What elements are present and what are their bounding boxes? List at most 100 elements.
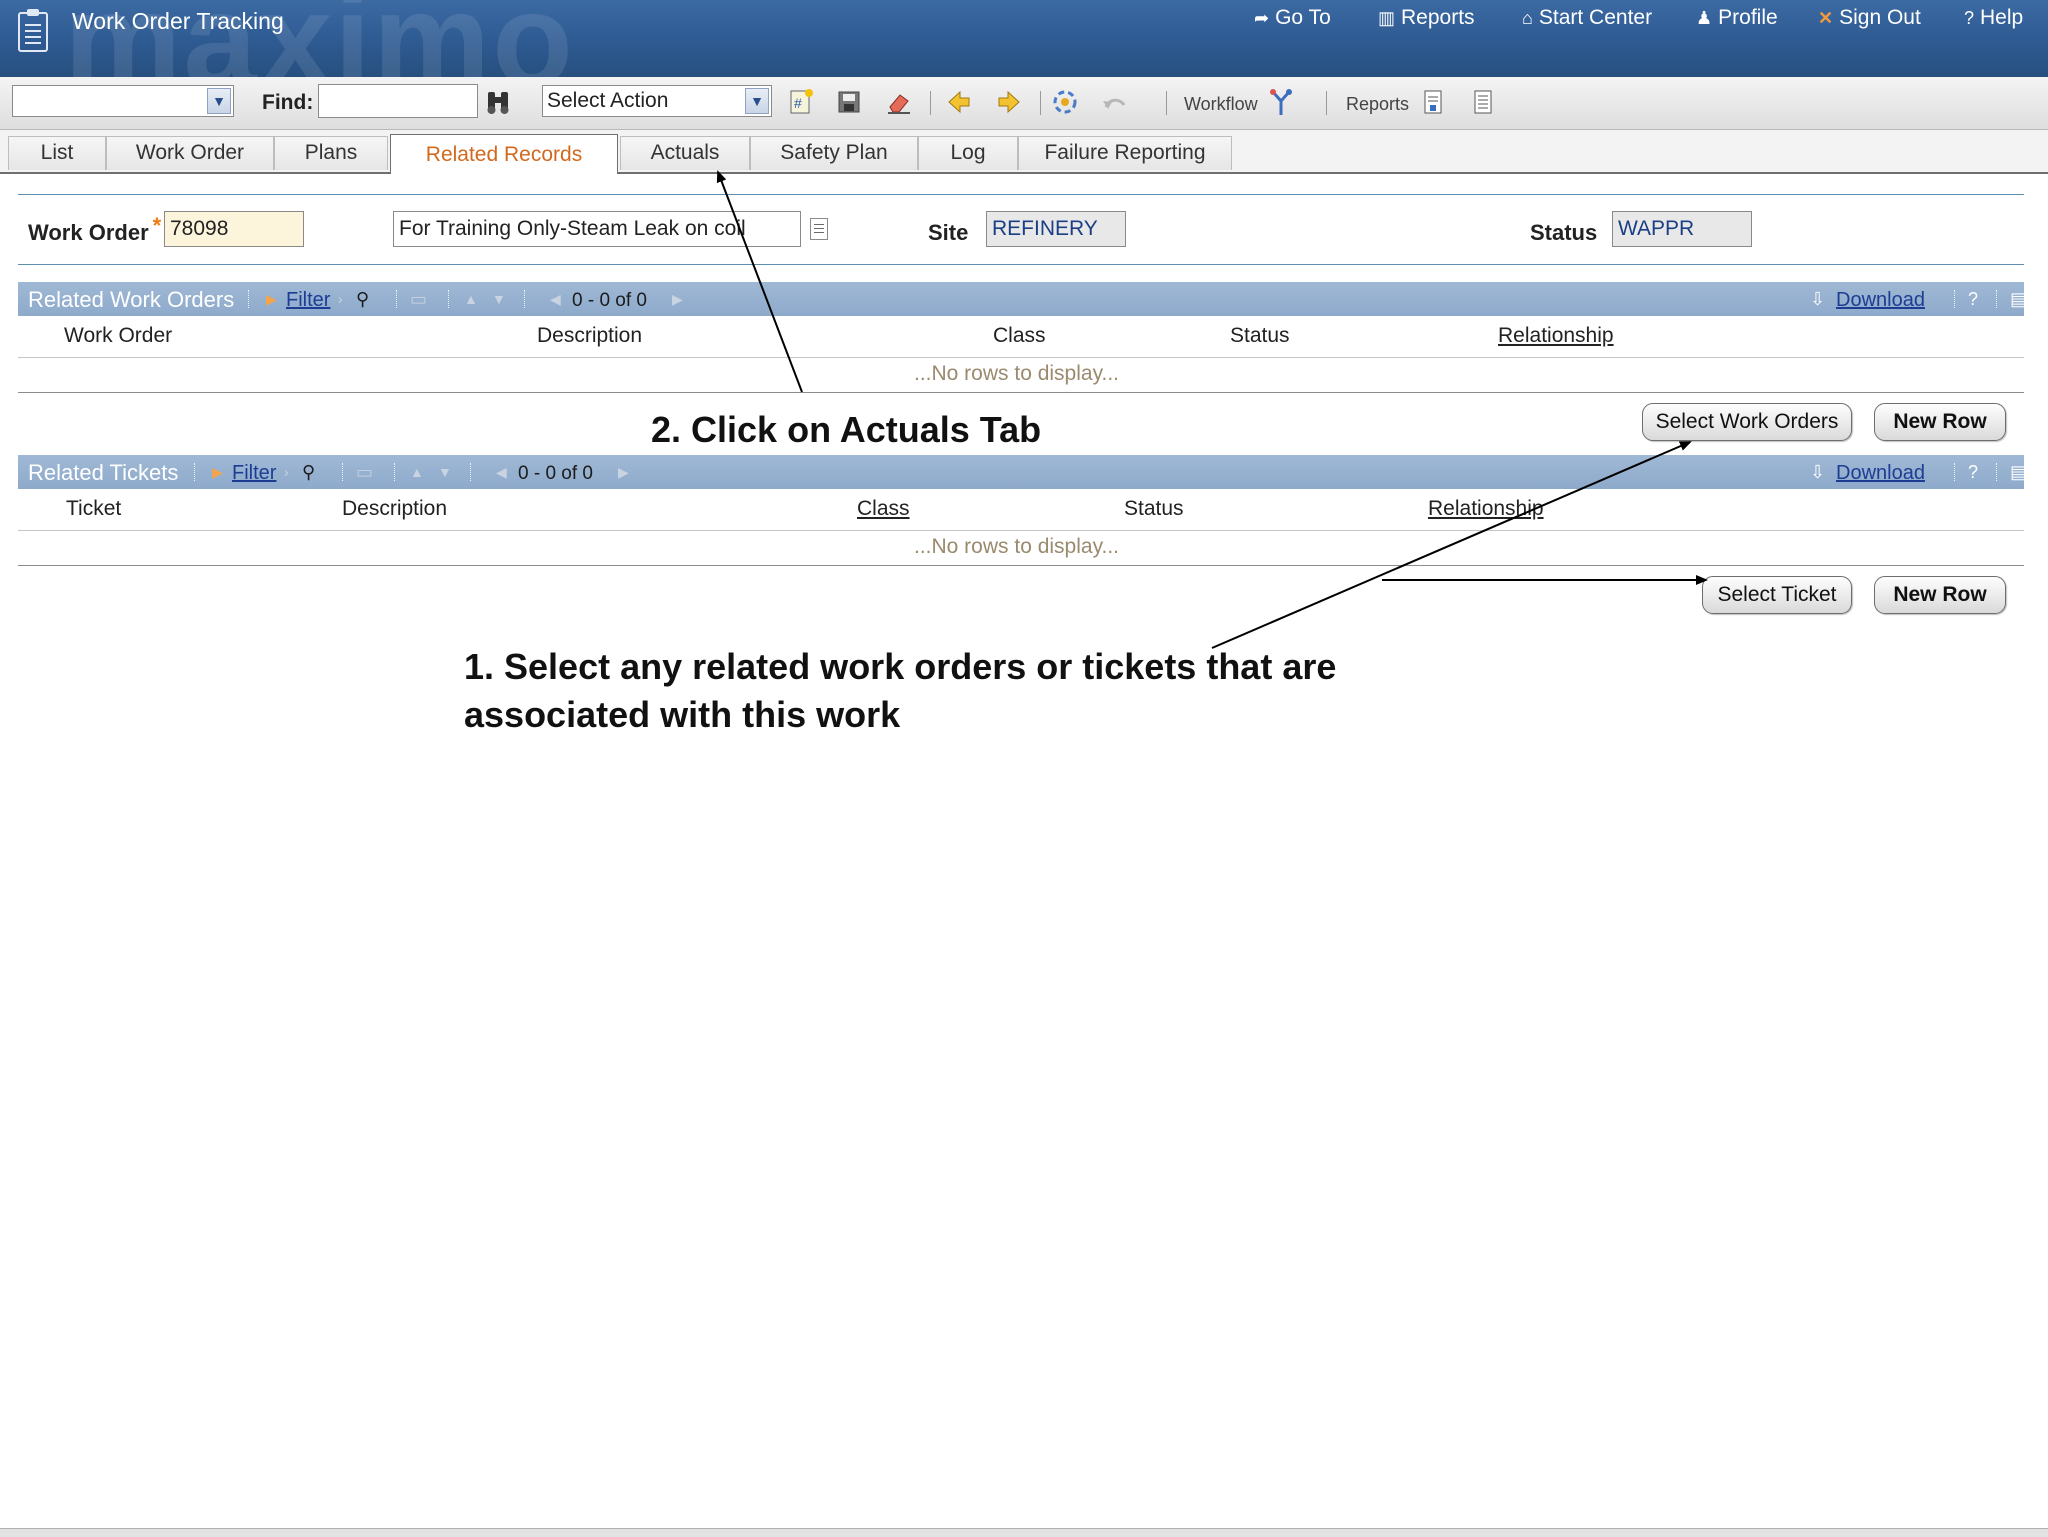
work-order-field[interactable]: 78098 [164, 211, 304, 247]
toolbar: ▼ Find: Select Action ▼ # Workflow Repor… [0, 77, 2048, 130]
related-work-orders-bar: Related Work Orders ▶ Filter › ⚲ ▭ ▲ ▼ ◀… [18, 282, 2027, 316]
toolbar-separator [1326, 91, 1327, 115]
column-header-description[interactable]: Description [537, 324, 642, 348]
related-work-orders-download-link[interactable]: Download [1836, 289, 1925, 312]
column-header-ticket[interactable]: Ticket [66, 497, 121, 521]
site-field[interactable]: REFINERY [986, 211, 1126, 247]
previous-record-icon[interactable] [944, 87, 974, 117]
toolbar-separator [930, 91, 931, 115]
new-row-tickets-button[interactable]: New Row [1874, 576, 2006, 614]
row-count: 0 - 0 of 0 [518, 463, 593, 484]
binoculars-icon[interactable] [484, 87, 512, 117]
select-action-dropdown[interactable]: Select Action ▼ [542, 85, 772, 117]
bar-separator [394, 463, 396, 481]
report-list-icon[interactable] [1468, 87, 1498, 117]
nav-sign-out[interactable]: ✕ Sign Out [1818, 6, 1921, 30]
collapse-section-icon[interactable]: ▤ [2010, 462, 2027, 483]
previous-page-icon: ◀ [496, 464, 507, 480]
table-row-divider [18, 357, 2024, 358]
column-header-work-order[interactable]: Work Order [64, 324, 172, 348]
tab-failure-reporting[interactable]: Failure Reporting [1018, 136, 1232, 170]
related-tickets-download-link[interactable]: Download [1836, 462, 1925, 485]
annotation-step-1-line-2: associated with this work [464, 694, 901, 735]
app-title: Work Order Tracking [72, 8, 284, 34]
column-header-relationship[interactable]: Relationship [1498, 324, 1614, 348]
clear-eraser-icon[interactable] [884, 87, 914, 117]
status-field[interactable]: WAPPR [1612, 211, 1752, 247]
annotation-step-1-line-1: 1. Select any related work orders or tic… [464, 646, 1337, 687]
saved-query-select[interactable]: ▼ [12, 85, 234, 117]
tab-work-order[interactable]: Work Order [106, 136, 274, 170]
nav-reports[interactable]: ▥ Reports [1378, 6, 1475, 30]
save-icon[interactable] [834, 87, 864, 117]
table-row-divider [18, 565, 2024, 566]
route-workflow-icon[interactable] [1266, 87, 1296, 117]
work-order-label: Work Order * [28, 213, 162, 245]
arrow-down-icon: ▼ [438, 464, 452, 480]
arrow-down-icon: ▼ [492, 291, 506, 307]
help-icon[interactable]: ? [1968, 289, 1978, 310]
collapse-section-icon[interactable]: ▤ [2010, 289, 2027, 310]
new-record-icon[interactable]: # [786, 87, 816, 117]
tab-log[interactable]: Log [918, 136, 1018, 170]
toolbar-separator [1166, 91, 1167, 115]
related-tickets-filter-link[interactable]: Filter [232, 462, 276, 485]
home-icon: ⌂ [1522, 8, 1533, 28]
new-row-work-orders-button[interactable]: New Row [1874, 403, 2006, 441]
filter-arrow-icon: ▶ [212, 464, 223, 480]
column-header-relationship[interactable]: Relationship [1428, 497, 1544, 521]
bar-separator [1954, 290, 1956, 308]
clear-filter-icon: ▭ [356, 462, 374, 482]
site-label: Site [928, 220, 969, 245]
empty-table-message: ...No rows to display... [914, 362, 1120, 385]
bar-separator [342, 463, 344, 481]
tab-list[interactable]: List [8, 136, 106, 170]
tab-related-records[interactable]: Related Records [390, 134, 618, 174]
download-icon[interactable]: ⇩ [1810, 462, 1825, 483]
annotation-step-2: 2. Click on Actuals Tab [651, 409, 1042, 450]
nav-profile[interactable]: ♟ Profile [1696, 6, 1778, 30]
select-work-orders-button[interactable]: Select Work Orders [1642, 403, 1852, 441]
previous-page-icon: ◀ [550, 291, 561, 307]
section-divider [18, 264, 2024, 265]
column-header-status[interactable]: Status [1230, 324, 1290, 348]
column-header-description[interactable]: Description [342, 497, 447, 521]
tab-safety-plan[interactable]: Safety Plan [750, 136, 918, 170]
svg-text:#: # [794, 95, 802, 111]
nav-go-to[interactable]: ➦ Go To [1254, 6, 1331, 30]
download-icon[interactable]: ⇩ [1810, 289, 1825, 310]
tab-actuals[interactable]: Actuals [620, 136, 750, 170]
profile-icon: ♟ [1696, 8, 1713, 28]
bar-separator [1954, 463, 1956, 481]
column-header-class[interactable]: Class [857, 497, 910, 521]
change-status-icon[interactable] [1050, 87, 1080, 117]
binoculars-icon[interactable]: ⚲ [302, 462, 315, 483]
select-ticket-button[interactable]: Select Ticket [1702, 576, 1852, 614]
binoculars-icon[interactable]: ⚲ [356, 289, 369, 310]
next-record-icon[interactable] [994, 87, 1024, 117]
next-page-icon: ▶ [672, 291, 683, 307]
related-work-orders-filter-link[interactable]: Filter [286, 289, 330, 312]
arrow-up-icon: ▲ [464, 291, 478, 307]
column-header-status[interactable]: Status [1124, 497, 1184, 521]
next-page-icon: ▶ [618, 464, 629, 480]
help-icon[interactable]: ? [1968, 462, 1978, 483]
nav-help[interactable]: ? Help [1964, 6, 2023, 30]
bar-separator [524, 290, 526, 308]
long-description-icon[interactable] [810, 218, 828, 240]
clipboard-icon [18, 9, 48, 52]
tab-plans[interactable]: Plans [274, 136, 388, 170]
arrow-up-icon: ▲ [410, 464, 424, 480]
bar-separator [1996, 290, 1998, 308]
bar-separator [194, 463, 196, 481]
row-count: 0 - 0 of 0 [572, 290, 647, 311]
related-work-orders-title: Related Work Orders [28, 287, 235, 312]
report-icon[interactable] [1418, 87, 1448, 117]
nav-start-center[interactable]: ⌂ Start Center [1522, 6, 1652, 30]
description-field[interactable]: For Training Only-Steam Leak on coil [393, 211, 801, 247]
find-input[interactable] [318, 84, 478, 118]
column-header-class[interactable]: Class [993, 324, 1046, 348]
help-icon: ? [1964, 8, 1975, 28]
bar-separator [1996, 463, 1998, 481]
required-asterisk: * [152, 213, 162, 238]
